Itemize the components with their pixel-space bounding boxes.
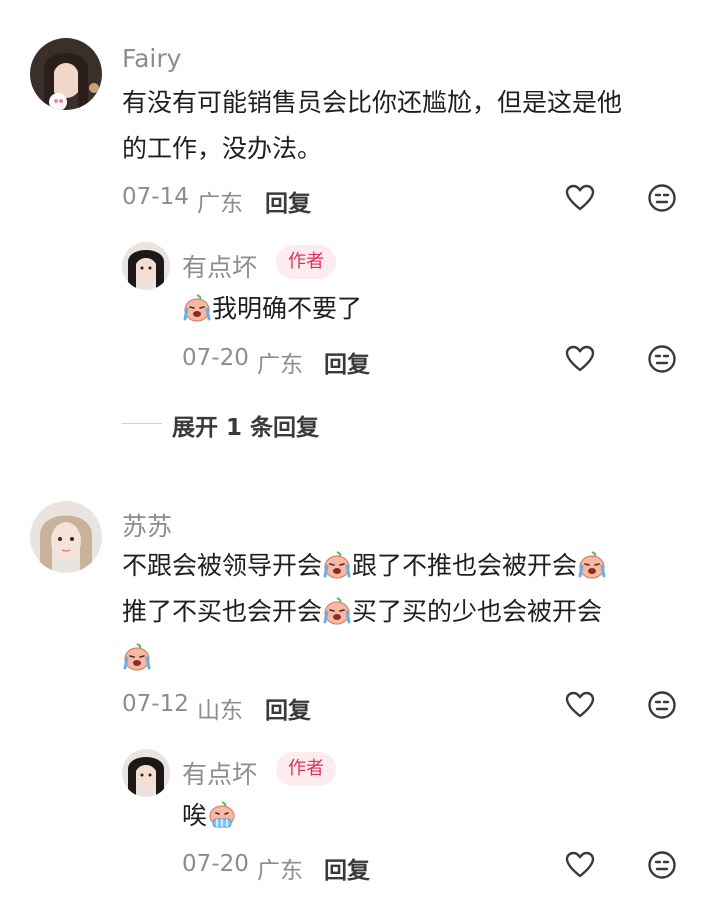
avatar[interactable] xyxy=(30,501,102,573)
reply-author[interactable]: 有点坏 xyxy=(182,248,257,284)
reply-location: 广东 xyxy=(257,858,303,884)
comment-text-line: 推了不买也会开会 买了买的少也会被开会 xyxy=(122,587,602,637)
comment-text-segment: 推了不买也会开会 xyxy=(122,597,323,626)
reply-text-segment: 我明确不要了 xyxy=(212,294,363,323)
crying-face-icon xyxy=(122,642,152,672)
sigh-face-icon xyxy=(207,800,237,830)
crying-face-icon xyxy=(182,293,212,323)
avatar[interactable] xyxy=(30,38,102,110)
reply-button[interactable]: 回复 xyxy=(265,691,311,725)
expand-replies-button[interactable]: 展开 1 条回复 xyxy=(172,408,319,442)
author-badge: 作者 xyxy=(276,245,336,279)
comment-author[interactable]: 苏苏 xyxy=(122,507,172,543)
reply-button[interactable]: 回复 xyxy=(324,345,370,379)
reply-avatar[interactable] xyxy=(122,242,170,290)
comment-text-line: 不跟会被领导开会 跟了不推也会被开会 xyxy=(122,541,607,591)
neutral-face-icon[interactable] xyxy=(646,343,678,375)
reply-author[interactable]: 有点坏 xyxy=(182,755,257,791)
reply-date: 07-20 xyxy=(182,345,249,371)
reply-location: 广东 xyxy=(257,352,303,378)
comment-date: 07-14 xyxy=(122,184,189,210)
comment-text-line: 有没有可能销售员会比你还尴尬，但是这是他 xyxy=(122,88,623,117)
comment-author[interactable]: Fairy xyxy=(122,44,181,73)
comment-location: 山东 xyxy=(197,698,243,724)
reply-button[interactable]: 回复 xyxy=(324,851,370,885)
comment-text-segment: 不跟会被领导开会 xyxy=(122,551,323,580)
reply-text-segment: 唉 xyxy=(182,801,208,830)
reply-date: 07-20 xyxy=(182,851,249,877)
heart-icon[interactable] xyxy=(564,343,596,375)
neutral-face-icon[interactable] xyxy=(646,182,678,214)
heart-icon[interactable] xyxy=(564,849,596,881)
comment-text-line xyxy=(122,633,152,683)
author-badge: 作者 xyxy=(276,752,336,786)
crying-face-icon xyxy=(322,550,352,580)
comment-text-line: 的工作，没办法。 xyxy=(122,134,323,163)
comment-text-segment: 跟了不推也会被开会 xyxy=(352,551,578,580)
reply-text: 我明确不要了 xyxy=(182,284,362,334)
neutral-face-icon[interactable] xyxy=(646,689,678,721)
neutral-face-icon[interactable] xyxy=(646,849,678,881)
expand-divider xyxy=(122,423,162,424)
reply-text: 唉 xyxy=(182,791,237,841)
reply-button[interactable]: 回复 xyxy=(265,184,311,218)
crying-face-icon xyxy=(322,596,352,626)
comment-date: 07-12 xyxy=(122,691,189,717)
comment-text-segment: 买了买的少也会被开会 xyxy=(352,597,603,626)
heart-icon[interactable] xyxy=(564,689,596,721)
heart-icon[interactable] xyxy=(564,182,596,214)
reply-avatar[interactable] xyxy=(122,749,170,797)
crying-face-icon xyxy=(577,550,607,580)
comment-location: 广东 xyxy=(197,191,243,217)
